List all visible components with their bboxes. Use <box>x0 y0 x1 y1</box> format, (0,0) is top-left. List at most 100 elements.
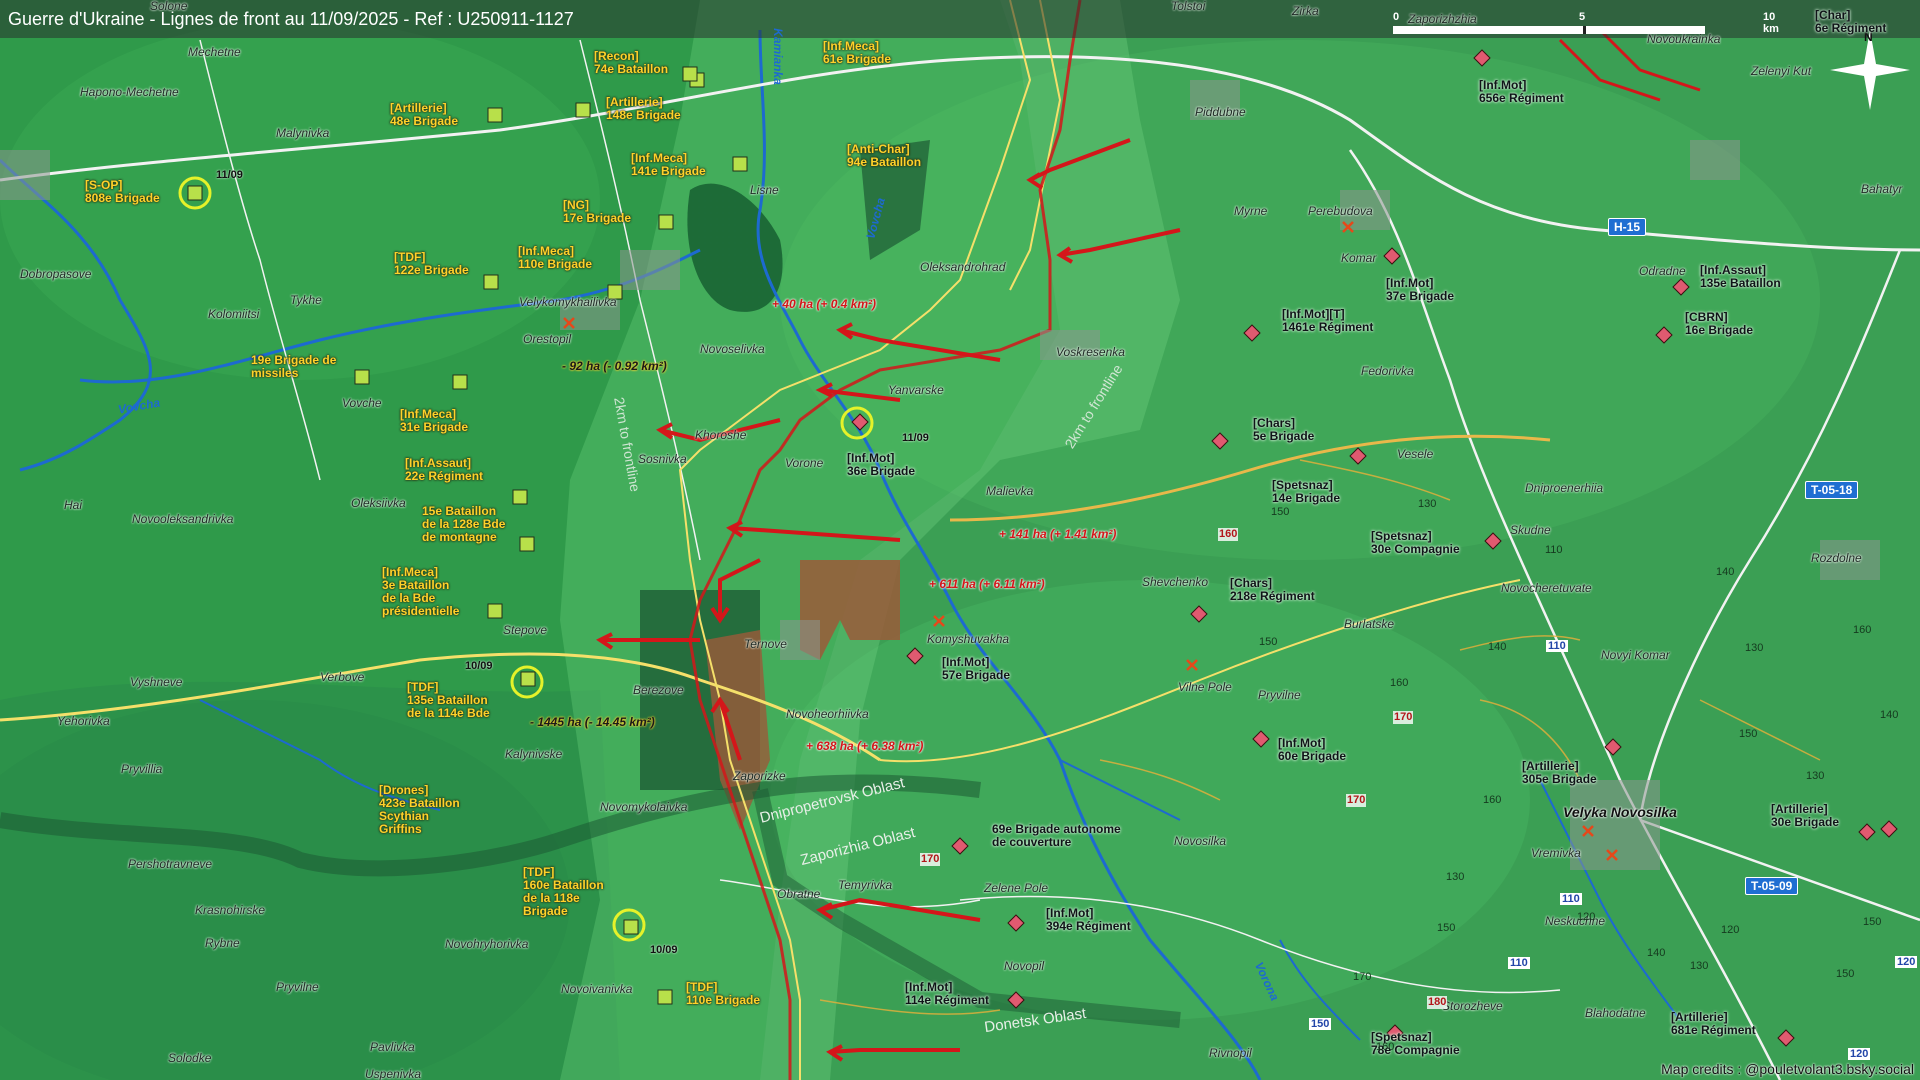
elevation-label: 160 <box>1376 1041 1395 1053</box>
ru-unit-label[interactable]: [Spetsnaz] 30e Compagnie <box>1371 530 1460 556</box>
town-solodke: Solodke <box>168 1051 212 1065</box>
elevation-label: 130 <box>1690 960 1709 972</box>
elevation-label: 150 <box>1437 922 1456 934</box>
ua-unit-label[interactable]: [Inf.Assaut] 22e Régiment <box>405 457 483 483</box>
town-temyrivka: Temyrivka <box>838 878 893 892</box>
ru-unit-label[interactable]: [Inf.Mot] 656e Régiment <box>1479 79 1564 105</box>
ua-unit-label[interactable]: [Inf.Meca] 31e Brigade <box>400 408 468 434</box>
road-t0509: T-05-09 <box>1745 877 1799 895</box>
town-mechetne: Mechetne <box>188 45 241 59</box>
town-zirka: Zirka <box>1292 4 1319 18</box>
town-kolomiitsi: Kolomiitsi <box>208 307 260 321</box>
town-burlatske: Burlatske <box>1344 617 1395 631</box>
elevation-label: 170 <box>1353 971 1372 983</box>
town-zaporizhzhia: Zaporizhzhia <box>1408 12 1477 26</box>
map-canvas[interactable]: Guerre d'Ukraine - Lignes de front au 11… <box>0 0 1920 1080</box>
elevation-label: 150 <box>1836 968 1855 980</box>
town-blahodatne: Blahodatne <box>1585 1006 1646 1020</box>
ua-unit-label[interactable]: [TDF] 135e Bataillon de la 114e Bde <box>407 681 490 720</box>
elevation-label: 110 <box>1545 544 1563 556</box>
ru-unit-label[interactable]: [Char] 6e Régiment <box>1815 9 1886 35</box>
town-novohryhorivka: Novohryhorivka <box>445 937 529 951</box>
town-vremivka: Vremivka <box>1531 846 1581 860</box>
ru-unit-label[interactable]: [Artillerie] 30e Brigade <box>1771 803 1839 829</box>
town-pryvilne: Pryvilne <box>1258 688 1301 702</box>
ru-unit-label[interactable]: [Chars] 218e Régiment <box>1230 577 1315 603</box>
ua-unit-label[interactable]: [Inf.Meca] 3e Bataillon de la Bde président… <box>382 566 459 618</box>
ru-unit-label[interactable]: [Spetsnaz] 14e Brigade <box>1272 479 1340 505</box>
elevation-label: 130 <box>1418 498 1437 510</box>
ru-unit-label[interactable]: [Artillerie] 305e Brigade <box>1522 760 1597 786</box>
elevation-label-red: 180 <box>1427 996 1448 1009</box>
town-rivnopil: Rivnopil <box>1209 1046 1252 1060</box>
ru-unit-label[interactable]: [Inf.Assaut] 135e Bataillon <box>1700 264 1781 290</box>
town-hai: Hai <box>64 498 83 512</box>
ua-unit-label[interactable]: [Artillerie] 48e Brigade <box>390 102 458 128</box>
town-zaporizke: Zaporizke <box>733 769 786 783</box>
town-malievka: Malievka <box>986 484 1034 498</box>
town-dniproenerhiia: Dniproenerhiia <box>1525 481 1604 495</box>
town-novomykolaivka: Novomykolaivka <box>600 800 688 814</box>
town-orestopil: Orestopil <box>523 332 572 346</box>
ua-unit-label[interactable]: 19e Brigade de missiles <box>251 354 336 380</box>
ru-unit-label[interactable]: [CBRN] 16e Brigade <box>1685 311 1753 337</box>
town-verbove: Verbove <box>320 670 365 684</box>
ru-unit-label[interactable]: [Chars] 5e Brigade <box>1253 417 1314 443</box>
ua-unit-label[interactable]: [Artillerie] 148e Brigade <box>606 96 681 122</box>
ua-unit-label[interactable]: [Inf.Meca] 110e Brigade <box>518 245 592 271</box>
town-myrne: Myrne <box>1234 204 1268 218</box>
town-vilne-pole: Vilne Pole <box>1178 680 1232 694</box>
town-novocheretuvate: Novocheretuvate <box>1501 581 1592 595</box>
ru-unit-label[interactable]: [Inf.Mot] 114e Régiment <box>905 981 989 1007</box>
town-yanvarske: Yanvarske <box>888 383 944 397</box>
town-novoukrainka: Novoukrainka <box>1647 32 1721 46</box>
ua-unit-label[interactable]: [Recon] 74e Bataillon <box>594 50 668 76</box>
date-tag-2: 11/09 <box>902 432 929 444</box>
town-komar: Komar <box>1341 251 1377 265</box>
river-kamianka: Kamianka <box>770 28 785 85</box>
town-skudne: Skudne <box>1510 523 1551 537</box>
ua-unit-label[interactable]: [NG] 17e Brigade <box>563 199 631 225</box>
town-novopil: Novopil <box>1004 959 1045 973</box>
road-110c: 110 <box>1508 957 1530 969</box>
ua-unit-label[interactable]: [S-OP] 808e Brigade <box>85 179 160 205</box>
ru-unit-label[interactable]: [Inf.Mot] 394e Régiment <box>1046 907 1131 933</box>
elevation-label: 160 <box>1483 794 1502 806</box>
ru-unit-label[interactable]: [Inf.Mot][T] 1461e Régiment <box>1282 308 1373 334</box>
ru-unit-label[interactable]: 69e Brigade autonome de couverture <box>992 823 1121 849</box>
ru-unit-label[interactable]: [Artillerie] 681e Régiment <box>1671 1011 1756 1037</box>
ua-unit-label[interactable]: [TDF] 122e Brigade <box>394 251 469 277</box>
town-dobropasove: Dobropasove <box>20 267 92 281</box>
town-novoivanivka: Novoivanivka <box>561 982 633 996</box>
ua-unit-label[interactable]: [Drones] 423e Bataillon Scythian Griffins <box>379 784 460 836</box>
ua-unit-label[interactable]: [Inf.Meca] 141e Brigade <box>631 152 706 178</box>
town-novoselivka: Novoselivka <box>700 342 765 356</box>
ua-unit-label[interactable]: [TDF] 160e Bataillon de la 118e Brigade <box>523 866 604 918</box>
town-berezove: Berezove <box>633 683 684 697</box>
elevation-label: 140 <box>1716 566 1735 578</box>
ru-unit-label[interactable]: [Inf.Mot] 57e Brigade <box>942 656 1010 682</box>
town-pavlivka: Pavlivka <box>370 1040 415 1054</box>
ru-unit-label[interactable]: [Inf.Mot] 60e Brigade <box>1278 737 1346 763</box>
town-obratne: Obratne <box>777 887 821 901</box>
ru-unit-label[interactable]: [Inf.Mot] 37e Brigade <box>1386 277 1454 303</box>
road-150: 150 <box>1309 1018 1332 1030</box>
ua-unit-label[interactable]: 15e Bataillon de la 128e Bde de montagne <box>422 505 505 544</box>
ua-unit-label[interactable]: [Inf.Meca] 61e Brigade <box>823 40 891 66</box>
date-tag-4: 10/09 <box>650 944 678 956</box>
town-odradne: Odradne <box>1639 264 1686 278</box>
elevation-label: 150 <box>1739 728 1758 740</box>
elevation-label: 120 <box>1721 924 1740 936</box>
elevation-label: 140 <box>1647 947 1666 959</box>
ua-unit-label[interactable]: [Anti-Char] 94e Bataillon <box>847 143 921 169</box>
ru-unit-label[interactable]: [Inf.Mot] 36e Brigade <box>847 452 915 478</box>
town-novooleksandrivka: Novooleksandrivka <box>132 512 234 526</box>
elevation-label: 130 <box>1806 770 1825 782</box>
elevation-label: 120 <box>1577 911 1596 923</box>
scale-end: 10 km <box>1763 11 1779 35</box>
road-110b: 110 <box>1560 893 1582 905</box>
elevation-label-red: 170 <box>1393 711 1414 724</box>
town-hapono: Hapono-Mechetne <box>80 85 179 99</box>
ua-unit-label[interactable]: [TDF] 110e Brigade <box>686 981 760 1007</box>
town-tykhe: Tykhe <box>290 293 322 307</box>
